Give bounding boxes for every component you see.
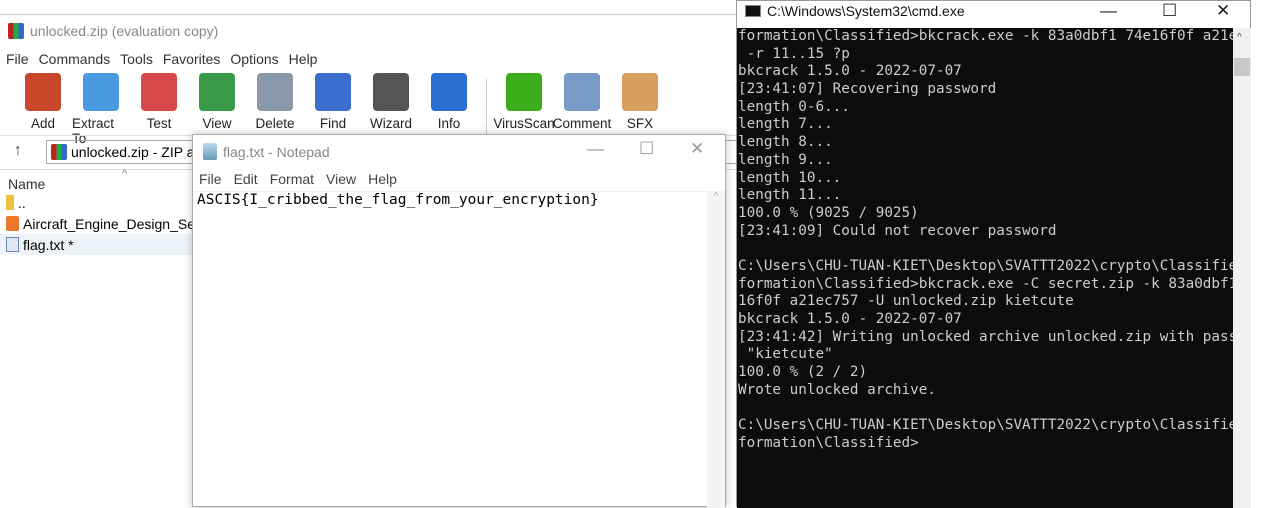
- pdf-icon: [6, 216, 19, 231]
- toolbar-label: Info: [437, 116, 461, 131]
- menu-help[interactable]: Help: [289, 51, 318, 67]
- file-name: Aircraft_Engine_Design_Second_Edition: [23, 215, 192, 232]
- console-line: formation\Classified>bkcrack.exe -k 83a0…: [738, 28, 1233, 44]
- text-file-icon: [6, 237, 19, 252]
- console-line: 100.0 % (9025 / 9025): [738, 204, 919, 221]
- add-icon: [25, 73, 61, 111]
- console-line: length 11...: [738, 187, 842, 204]
- console-output[interactable]: formation\Classified>bkcrack.exe -k 83a0…: [737, 28, 1233, 508]
- cmd-scrollbar[interactable]: ^: [1233, 28, 1251, 508]
- toolbar-label: Add: [30, 116, 56, 131]
- cmd-title: C:\Windows\System32\cmd.exe: [767, 3, 965, 19]
- console-line: C:\Users\CHU-TUAN-KIET\Desktop\SVATTT202…: [738, 417, 1233, 434]
- close-icon[interactable]: ✕: [1216, 1, 1230, 21]
- console-line: Wrote unlocked archive.: [738, 381, 936, 398]
- sfx-icon: [622, 73, 658, 111]
- console-line: -r 11..15 ?p: [738, 45, 850, 62]
- info-icon: [431, 73, 467, 111]
- menu-file[interactable]: File: [6, 51, 29, 67]
- cmd-title-bar: C:\Windows\System32\cmd.exe: [745, 3, 965, 19]
- console-line: C:\Users\CHU-TUAN-KIET\Desktop\SVATTT202…: [738, 257, 1233, 274]
- winrar-icon: [8, 23, 24, 39]
- toolbar-label: Test: [146, 116, 172, 131]
- toolbar-label: Comment: [552, 116, 612, 131]
- archive-icon: [51, 144, 67, 160]
- notepad-title: flag.txt - Notepad: [223, 143, 330, 160]
- sort-ascending-icon: ^: [122, 168, 128, 180]
- folder-up-icon: [6, 195, 14, 210]
- toolbar-separator: [486, 79, 487, 137]
- maximize-icon[interactable]: ☐: [1162, 1, 1177, 21]
- find-icon: [315, 73, 351, 111]
- np-menu-format[interactable]: Format: [270, 171, 314, 187]
- console-line: formation\Classified>: [738, 434, 919, 451]
- menu-favorites[interactable]: Favorites: [163, 51, 221, 67]
- console-line: length 8...: [738, 134, 833, 151]
- np-menu-edit[interactable]: Edit: [234, 171, 258, 187]
- view-icon: [199, 73, 235, 111]
- console-line: bkcrack 1.5.0 - 2022-07-07: [738, 311, 962, 327]
- close-icon[interactable]: ✕: [690, 139, 704, 159]
- console-line: length 9...: [738, 151, 833, 168]
- np-menu-help[interactable]: Help: [368, 171, 397, 187]
- console-line: [23:41:07] Recovering password: [738, 81, 997, 98]
- extract-to-icon: [83, 73, 119, 111]
- console-line: 100.0 % (2 / 2): [738, 364, 868, 381]
- file-row[interactable]: flag.txt *: [0, 234, 192, 255]
- winrar-title: unlocked.zip (evaluation copy): [30, 23, 219, 39]
- toolbar-label: SFX: [626, 116, 654, 131]
- console-line: 16f0f a21ec757 -U unlocked.zip kietcute: [738, 293, 1074, 310]
- minimize-icon[interactable]: —: [587, 139, 604, 159]
- toolbar-label: Delete: [255, 116, 295, 131]
- scroll-up-icon[interactable]: ^: [1237, 32, 1242, 43]
- menu-tools[interactable]: Tools: [120, 51, 153, 67]
- winrar-menu-bar: File Commands Tools Favorites Options He…: [6, 51, 317, 67]
- console-line: length 0-6...: [738, 98, 850, 115]
- cmd-icon: [745, 5, 761, 17]
- column-name[interactable]: Name: [8, 176, 45, 192]
- np-menu-file[interactable]: File: [199, 171, 222, 187]
- notepad-menu-bar: File Edit Format View Help: [199, 171, 397, 187]
- notepad-text-area[interactable]: ASCIS{I_cribbed_the_flag_from_your_encry…: [193, 191, 707, 508]
- console-line: [23:41:42] Writing unlocked archive unlo…: [738, 328, 1233, 345]
- toolbar-label: View: [202, 116, 232, 131]
- menu-commands[interactable]: Commands: [39, 51, 111, 67]
- toolbar-label: Wizard: [369, 116, 412, 131]
- file-name: flag.txt *: [23, 236, 74, 253]
- cmd-window: C:\Windows\System32\cmd.exe — ☐ ✕ format…: [736, 0, 1251, 508]
- console-line: length 10...: [738, 169, 842, 186]
- winrar-title-bar: unlocked.zip (evaluation copy): [8, 23, 218, 39]
- scroll-thumb[interactable]: [1234, 58, 1250, 76]
- console-line: "kietcute": [738, 346, 833, 363]
- delete-icon: [257, 73, 293, 111]
- virusscan-icon: [506, 73, 542, 111]
- notepad-icon: [203, 143, 217, 160]
- notepad-scrollbar[interactable]: ^: [707, 191, 725, 508]
- toolbar-label: VirusScan: [493, 116, 555, 131]
- np-menu-view[interactable]: View: [326, 171, 356, 187]
- comment-icon: [564, 73, 600, 111]
- file-row[interactable]: ..: [0, 192, 192, 213]
- file-row[interactable]: Aircraft_Engine_Design_Second_Edition: [0, 213, 192, 234]
- console-line: bkcrack 1.5.0 - 2022-07-07: [738, 63, 962, 80]
- console-line: [23:41:09] Could not recover password: [738, 222, 1057, 239]
- console-line: length 7...: [738, 116, 833, 133]
- test-icon: [141, 73, 177, 111]
- up-arrow-icon[interactable]: ↑: [14, 142, 22, 160]
- file-name: ..: [18, 194, 26, 211]
- notepad-title-bar: flag.txt - Notepad: [203, 143, 330, 160]
- menu-options[interactable]: Options: [230, 51, 278, 67]
- notepad-window: flag.txt - Notepad — ☐ ✕ File Edit Forma…: [192, 134, 726, 508]
- minimize-icon[interactable]: —: [1100, 1, 1117, 21]
- toolbar-label: Find: [319, 116, 347, 131]
- wizard-icon: [373, 73, 409, 111]
- maximize-icon[interactable]: ☐: [639, 139, 654, 159]
- console-line: formation\Classified>bkcrack.exe -C secr…: [738, 275, 1233, 292]
